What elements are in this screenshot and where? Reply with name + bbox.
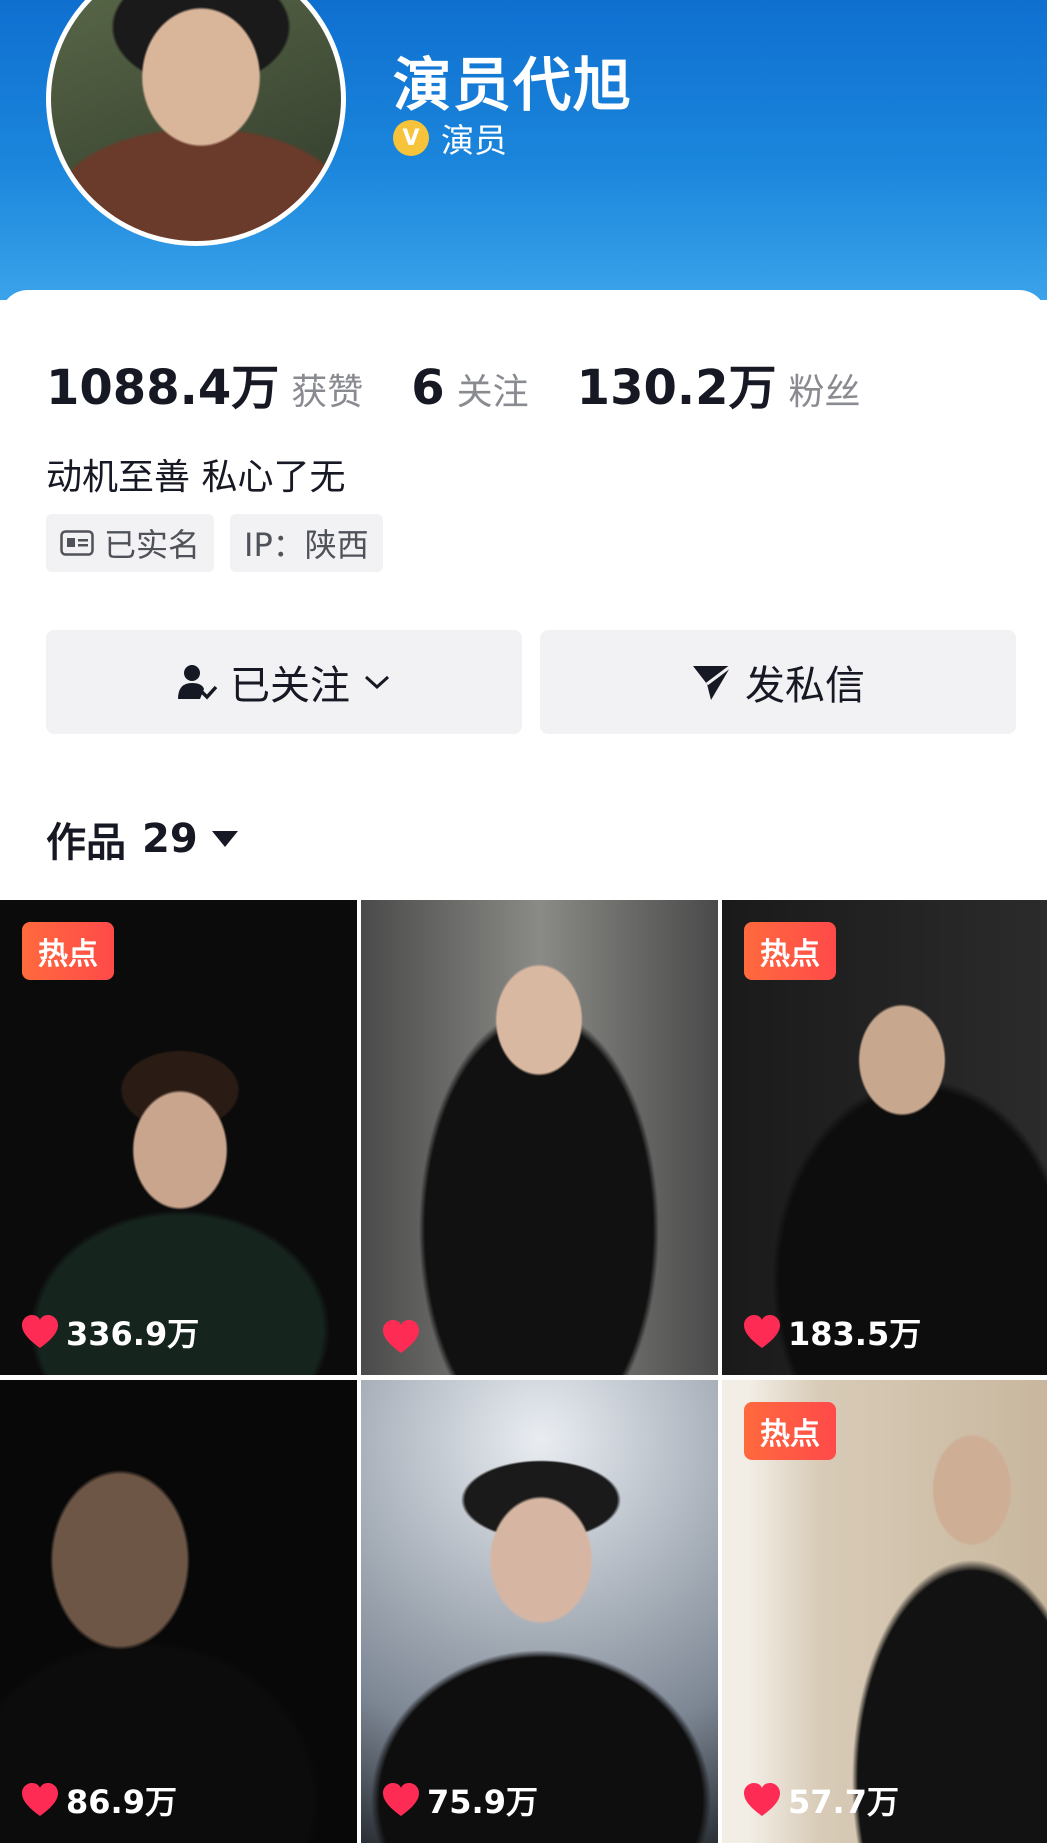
verified-badge-icon: V bbox=[393, 120, 429, 156]
stats-row: 1088.4万 获赞 6 关注 130.2万 粉丝 bbox=[46, 348, 909, 418]
heart-icon bbox=[383, 1320, 419, 1353]
tags: 已实名 IP：陕西 bbox=[46, 514, 383, 572]
following-count[interactable]: 6 bbox=[411, 360, 444, 416]
hot-badge: 热点 bbox=[744, 922, 836, 980]
like-count-value: 183.5万 bbox=[788, 1315, 922, 1353]
following-label[interactable]: 关注 bbox=[457, 363, 529, 415]
video-tile[interactable] bbox=[361, 900, 718, 1375]
hot-badge: 热点 bbox=[22, 922, 114, 980]
chevron-down-icon bbox=[364, 675, 390, 690]
like-count-value: 75.9万 bbox=[427, 1783, 538, 1821]
video-tile[interactable]: 86.9万 bbox=[0, 1380, 357, 1843]
like-count-value: 57.7万 bbox=[788, 1783, 899, 1821]
dropdown-triangle-icon bbox=[211, 831, 238, 847]
ip-tag: IP：陕西 bbox=[230, 514, 383, 572]
profile-name: 演员代旭 bbox=[393, 51, 634, 119]
video-tile[interactable]: 75.9万 bbox=[361, 1380, 718, 1843]
like-count-value: 86.9万 bbox=[66, 1783, 177, 1821]
heart-icon bbox=[22, 1315, 58, 1348]
works-count: 29 bbox=[142, 816, 198, 862]
message-label: 发私信 bbox=[745, 663, 865, 709]
send-icon bbox=[693, 664, 732, 700]
video-tile[interactable]: 热点 336.9万 bbox=[0, 900, 357, 1375]
likes-label: 获赞 bbox=[291, 372, 364, 413]
video-tile[interactable]: 热点 183.5万 bbox=[722, 900, 1047, 1375]
heart-icon bbox=[22, 1783, 58, 1816]
like-count: 336.9万 bbox=[20, 1309, 199, 1355]
video-tile[interactable]: 热点 57.7万 bbox=[722, 1380, 1047, 1843]
message-button[interactable]: 发私信 bbox=[540, 630, 1016, 734]
user-check-icon bbox=[178, 665, 218, 700]
works-label: 作品 bbox=[46, 820, 126, 866]
verification: V 演员 bbox=[393, 118, 507, 160]
like-count: 183.5万 bbox=[742, 1309, 921, 1355]
following-button[interactable]: 已关注 bbox=[46, 630, 522, 734]
hot-badge: 热点 bbox=[744, 1402, 836, 1460]
bio: 动机至善 私心了无 bbox=[46, 457, 346, 498]
realname-tag: 已实名 bbox=[46, 514, 215, 572]
profile-card: 1088.4万 获赞 6 关注 130.2万 粉丝 动机至善 私心了无 已实名 … bbox=[0, 290, 1047, 900]
like-count: 86.9万 bbox=[20, 1777, 177, 1823]
like-count: 57.7万 bbox=[742, 1777, 899, 1823]
heart-icon bbox=[383, 1783, 419, 1816]
heart-icon bbox=[744, 1315, 780, 1348]
works-tab[interactable]: 作品 29 bbox=[46, 810, 238, 868]
likes-count: 1088.4万 bbox=[46, 360, 280, 416]
profile-header: 演员代旭 V 演员 bbox=[0, 0, 1047, 300]
verified-label: 演员 bbox=[441, 121, 507, 160]
realname-label: 已实名 bbox=[104, 526, 201, 564]
following-label: 已关注 bbox=[230, 663, 350, 709]
followers-count[interactable]: 130.2万 bbox=[577, 348, 777, 418]
id-card-icon bbox=[60, 530, 94, 556]
heart-icon bbox=[744, 1783, 780, 1816]
like-count: 75.9万 bbox=[381, 1777, 538, 1823]
avatar[interactable] bbox=[46, 0, 346, 246]
video-grid: 热点 336.9万 热点 183.5万 86.9万 75.9万 热点 57.7万 bbox=[0, 900, 1047, 1843]
followers-label[interactable]: 粉丝 bbox=[789, 363, 861, 415]
like-count-value: 336.9万 bbox=[66, 1315, 200, 1353]
like-count bbox=[381, 1319, 427, 1355]
